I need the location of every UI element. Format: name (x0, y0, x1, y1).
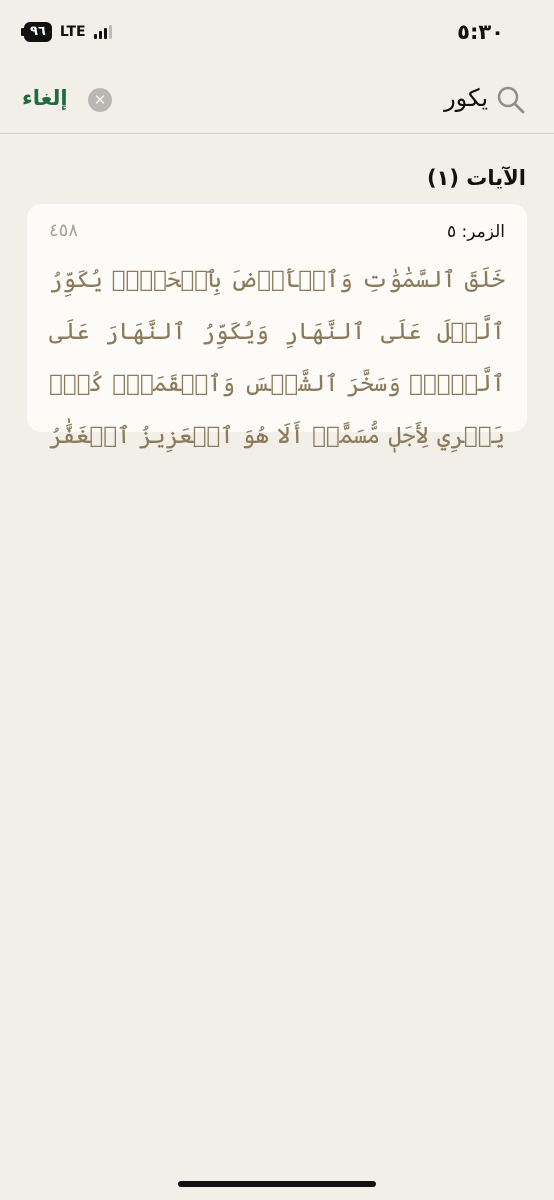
signal-strength-icon (93, 25, 112, 39)
verse-result-card[interactable]: الزمر: ٥ ٤٥٨ خَلَقَ ٱلسَّمَٰوَٰتِ وَٱلۡأ… (27, 204, 527, 449)
cancel-button[interactable]: إلغاء (22, 86, 68, 110)
battery-indicator: ٩٦ (21, 22, 52, 42)
network-type: LTE (59, 24, 86, 40)
status-bar: ٩٦ LTE ٥:٣٠ (0, 0, 554, 64)
search-header: يكور ✕ إلغاء (0, 64, 554, 134)
page-number: ٤٥٨ (49, 220, 79, 241)
verse-text: خَلَقَ ٱلسَّمَٰوَٰتِ وَٱلۡأَرۡضَ بِٱلۡحَ… (49, 267, 505, 449)
status-time: ٥:٣٠ (457, 20, 504, 44)
results-section-title: الآيات (١) (426, 166, 526, 190)
home-indicator[interactable] (178, 1181, 376, 1187)
verse-reference: الزمر: ٥ (446, 222, 505, 242)
search-icon (496, 85, 526, 115)
status-indicators: ٩٦ LTE (21, 22, 112, 42)
clear-search-icon[interactable]: ✕ (88, 88, 112, 112)
search-input[interactable]: يكور (444, 84, 488, 112)
